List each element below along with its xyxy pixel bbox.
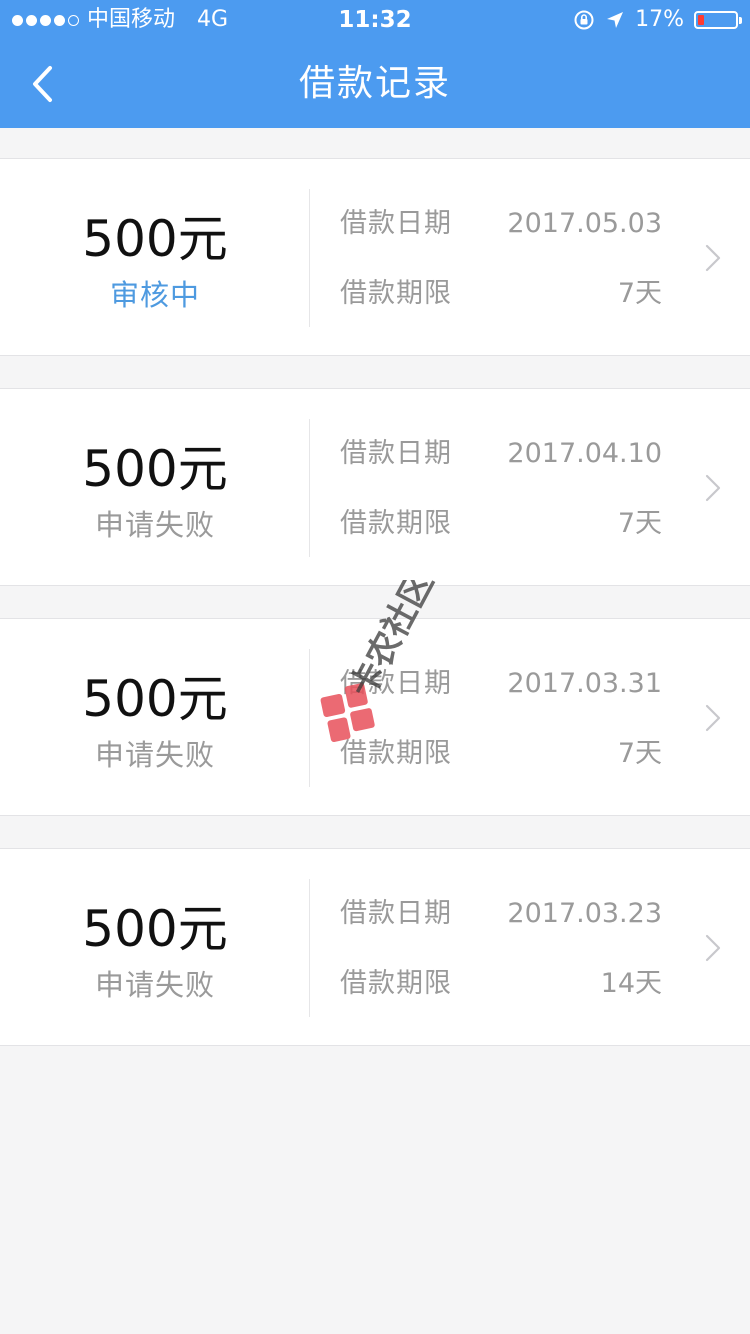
nav-bar: 借款记录 xyxy=(0,40,750,128)
card-divider xyxy=(309,189,310,327)
loan-term-label: 借款期限 xyxy=(340,278,452,309)
battery-level-fill xyxy=(698,15,704,25)
loan-term-label: 借款期限 xyxy=(340,508,452,539)
loan-term-label: 借款期限 xyxy=(340,738,452,769)
loan-date-label: 借款日期 xyxy=(340,438,452,469)
location-arrow-icon xyxy=(607,12,624,28)
loan-date-value: 2017.05.03 xyxy=(507,208,662,239)
loan-term-label: 借款期限 xyxy=(340,968,452,999)
loan-record-card[interactable]: 500元 申请失败 借款日期 2017.03.31 借款期限 7天 xyxy=(0,618,750,816)
card-divider xyxy=(309,649,310,787)
loan-date-label: 借款日期 xyxy=(340,208,452,239)
loan-amount: 500元 xyxy=(82,210,228,268)
chevron-right-icon xyxy=(705,474,721,502)
loan-record-card[interactable]: 500元 申请失败 借款日期 2017.03.23 借款期限 14天 xyxy=(0,848,750,1046)
chevron-right-icon xyxy=(705,244,721,272)
loan-term-value: 7天 xyxy=(617,738,662,769)
card-divider xyxy=(309,879,310,1017)
page-title: 借款记录 xyxy=(298,63,451,104)
loan-record-card[interactable]: 500元 审核中 借款日期 2017.05.03 借款期限 7天 xyxy=(0,158,750,356)
loan-date-value: 2017.03.31 xyxy=(507,668,662,699)
status-bar: 中国移动 4G 11:32 17% xyxy=(0,0,750,40)
chevron-right-icon xyxy=(705,704,721,732)
chevron-right-icon xyxy=(705,934,721,962)
status-right: 17% xyxy=(573,0,742,40)
loan-status: 申请失败 xyxy=(94,508,215,542)
loan-date-label: 借款日期 xyxy=(340,668,452,699)
battery-percent: 17% xyxy=(635,7,684,32)
loan-term-value: 14天 xyxy=(600,968,662,999)
loan-term-value: 7天 xyxy=(617,278,662,309)
loan-status: 审核中 xyxy=(109,278,200,312)
loan-date-value: 2017.04.10 xyxy=(507,438,662,469)
loan-amount: 500元 xyxy=(82,670,228,728)
header-bar: 中国移动 4G 11:32 17% 借款记录 xyxy=(0,0,750,128)
loan-amount: 500元 xyxy=(82,900,228,958)
card-divider xyxy=(309,419,310,557)
rotation-lock-icon xyxy=(574,10,594,30)
loan-date-value: 2017.03.23 xyxy=(507,898,662,929)
loan-status: 申请失败 xyxy=(94,968,215,1002)
loan-record-list: 500元 审核中 借款日期 2017.05.03 借款期限 7天 500元 申请… xyxy=(0,158,750,1078)
battery-icon xyxy=(694,11,742,29)
loan-amount: 500元 xyxy=(82,440,228,498)
loan-term-value: 7天 xyxy=(617,508,662,539)
loan-record-card[interactable]: 500元 申请失败 借款日期 2017.04.10 借款期限 7天 xyxy=(0,388,750,586)
loan-date-label: 借款日期 xyxy=(340,898,452,929)
loan-status: 申请失败 xyxy=(94,738,215,772)
